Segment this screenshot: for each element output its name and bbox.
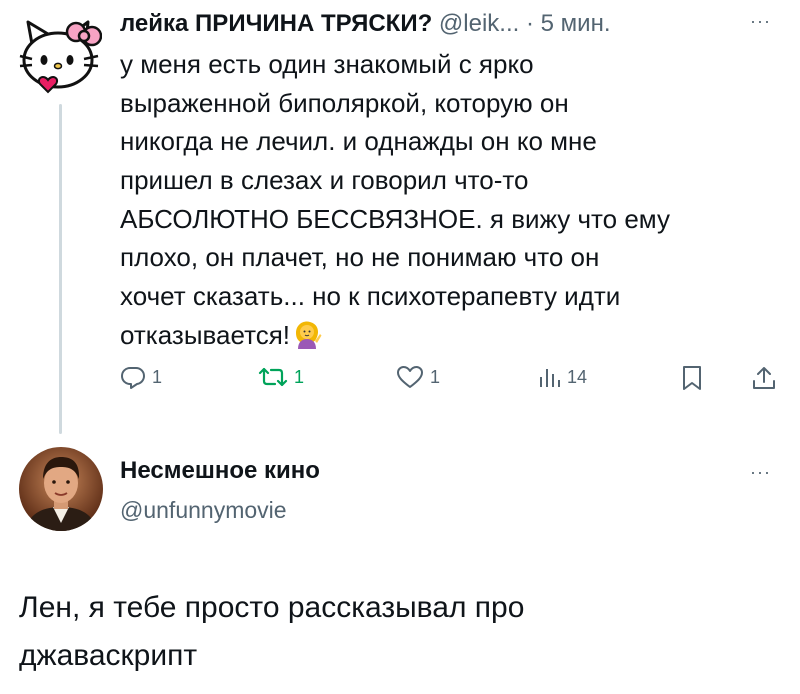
man-portrait-avatar[interactable] (19, 447, 103, 531)
tweet-text-line: у меня есть один знакомый с ярко (120, 49, 534, 79)
person-tipping-hand-emoji (292, 319, 322, 349)
share-icon (751, 365, 777, 391)
bookmark-icon (681, 365, 703, 391)
bookmark-button[interactable] (681, 365, 703, 391)
tweet-text-line: выраженной биполяркой, которую он (120, 87, 569, 118)
hello-kitty-avatar[interactable] (18, 14, 103, 98)
views-bar-chart-icon (537, 365, 561, 389)
tweet-text-line-last: отказывается! (120, 316, 770, 355)
post-time[interactable]: 5 мин. (541, 10, 611, 37)
reply-thread: лейка ПРИЧИНА ТРЯСКИ? @leik... · 5 мин. … (0, 0, 800, 694)
reply-button[interactable]: 1 (120, 365, 162, 389)
tweet-text-line: плохо, он плачет, но не понимаю что он (120, 242, 600, 273)
tweet-text-line: пришел в слезах и говорил что-то (120, 165, 529, 196)
tweet-header: лейка ПРИЧИНА ТРЯСКИ? @leik... · 5 мин. (120, 7, 610, 41)
views-button[interactable]: 14 (537, 365, 587, 389)
heart-icon (396, 365, 424, 389)
tweet-text-line: АБСОЛЮТНО БЕССВЯЗНОЕ. я вижу что ему (120, 203, 670, 234)
author-handle[interactable]: @unfunnymovie (120, 494, 287, 526)
like-count: 1 (430, 366, 441, 387)
tweet-text: Лен, я тебе просто рассказывал про джава… (19, 584, 779, 680)
more-options-icon[interactable]: ··· (750, 11, 771, 31)
author-name[interactable]: Несмешное кино (120, 454, 320, 488)
like-button[interactable]: 1 (396, 365, 440, 389)
share-button[interactable] (751, 365, 777, 391)
more-options-icon[interactable]: ··· (750, 462, 771, 482)
retweet-count: 1 (294, 366, 305, 387)
author-name[interactable]: лейка ПРИЧИНА ТРЯСКИ? (120, 10, 432, 37)
author-handle[interactable]: @leik... (439, 10, 519, 37)
views-count: 14 (567, 366, 588, 387)
tweet-text-line: джаваскрипт (19, 639, 198, 672)
retweet-button[interactable]: 1 (258, 365, 304, 389)
reply-icon (120, 365, 146, 389)
tweet-actions-bar: 1 1 1 14 (0, 365, 800, 405)
retweet-icon (258, 365, 288, 389)
tweet-text-line: хочет сказать... но к психотерапевту идт… (120, 281, 621, 312)
tweet-text-line: Лен, я тебе просто рассказывал про (19, 591, 525, 624)
tweet-text-line: никогда не лечил. и однажды он ко мне (120, 126, 597, 157)
tweet-text-fragment: отказывается! (120, 319, 291, 350)
reply-count: 1 (152, 366, 163, 387)
tweet-text: у меня есть один знакомый с ярко выражен… (120, 45, 770, 355)
header-separator: · (525, 10, 534, 37)
